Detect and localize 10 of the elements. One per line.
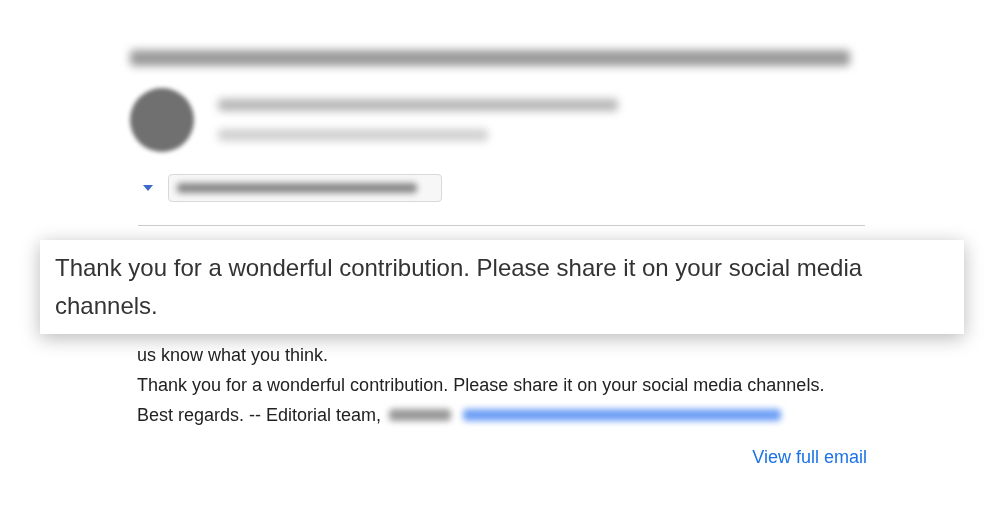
- body-text: us know what you think.: [137, 344, 330, 367]
- signature-text: Best regards. -- Editorial team,: [137, 404, 382, 427]
- blurred-link[interactable]: [463, 409, 782, 421]
- view-full-email-link[interactable]: View full email: [752, 442, 867, 472]
- caret-icon[interactable]: [142, 184, 154, 192]
- label-chip[interactable]: [168, 174, 442, 202]
- callout-text: Thank you for a wonderful contribution. Please share it on your social media channels.: [55, 253, 864, 321]
- blurred-name: [389, 409, 452, 421]
- avatar: [130, 88, 194, 152]
- body-text: Thank you for a wonderful contribution. Please share it on your social media channels.: [137, 374, 826, 397]
